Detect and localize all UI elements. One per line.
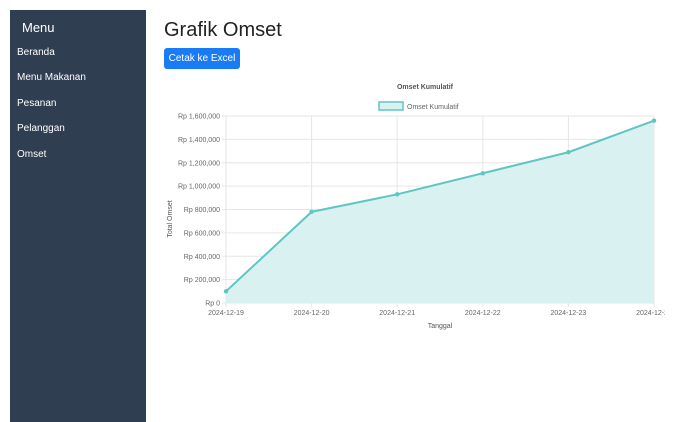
x-axis-title: Tanggal: [428, 323, 453, 330]
x-tick-label: 2024-12-22: [465, 310, 501, 317]
omset-chart: Omset Kumulatif Omset Kumulatif Rp 0 Rp 2…: [167, 84, 665, 330]
sidebar-item-beranda[interactable]: Beranda: [17, 47, 55, 58]
sidebar-item-menu-makanan[interactable]: Menu Makanan: [17, 72, 86, 83]
x-tick-label: 2024-12-23: [550, 310, 586, 317]
y-tick-label: Rp 200,000: [184, 277, 220, 284]
x-tick-label: 2024-12-20: [294, 310, 330, 317]
export-excel-button[interactable]: Cetak ke Excel: [164, 48, 240, 69]
legend-label: Omset Kumulatif: [407, 104, 459, 111]
y-tick-label: Rp 0: [205, 301, 220, 308]
sidebar: Menu Beranda Menu Makanan Pesanan Pelang…: [10, 10, 146, 422]
data-point: [480, 171, 485, 176]
y-axis-ticks: Rp 0 Rp 200,000 Rp 400,000 Rp 600,000 Rp 800…: [178, 114, 220, 308]
data-point: [309, 209, 314, 215]
legend-swatch: [378, 101, 404, 111]
chart-series-area: [225, 119, 655, 303]
series-area-fill: [226, 120, 654, 303]
sidebar-item-omset[interactable]: Omset: [17, 149, 46, 160]
x-tick-label: 2024-12-25: [636, 310, 665, 317]
x-axis-ticks: 2024-12-19 2024-12-20 2024-12-21 2024-12-22…: [208, 310, 665, 317]
x-tick-label: 2024-12-21: [379, 310, 415, 317]
sidebar-title: Menu: [22, 20, 55, 35]
chart-title: Omset Kumulatif: [397, 84, 454, 91]
page-title: Grafik Omset: [164, 19, 282, 41]
data-point: [223, 289, 229, 294]
y-tick-label: Rp 1,400,000: [178, 137, 220, 144]
data-point: [566, 150, 571, 155]
y-tick-label: Rp 400,000: [184, 254, 220, 261]
y-tick-label: Rp 1,000,000: [178, 184, 220, 191]
sidebar-item-pelanggan[interactable]: Pelanggan: [17, 123, 65, 134]
y-tick-label: Rp 1,600,000: [178, 114, 220, 121]
y-tick-label: Rp 1,200,000: [178, 160, 220, 167]
y-axis-title: Total Omset: [167, 200, 174, 237]
data-point: [651, 118, 657, 123]
sidebar-item-pesanan[interactable]: Pesanan: [17, 98, 56, 109]
y-tick-label: Rp 600,000: [184, 230, 220, 237]
y-tick-label: Rp 800,000: [184, 207, 220, 214]
data-point: [395, 192, 400, 197]
chart-legend: Omset Kumulatif: [378, 101, 459, 111]
x-tick-label: 2024-12-19: [208, 310, 244, 317]
